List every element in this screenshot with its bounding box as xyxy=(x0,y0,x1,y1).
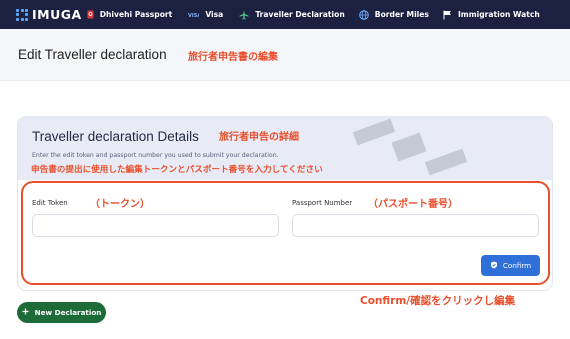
confirm-button-label: Confirm xyxy=(502,261,532,270)
card-subtitle-annotation: 申告書の提出に使用した編集トークンとパスポート番号を入力してください xyxy=(31,165,323,175)
page-title-annotation: 旅行者申告書の編集 xyxy=(188,52,278,63)
plus-icon xyxy=(22,308,29,317)
page-header: Edit Traveller declaration 旅行者申告書の編集 xyxy=(0,29,570,81)
flag-icon xyxy=(443,10,452,20)
card-title: Traveller declaration Details xyxy=(32,129,199,144)
nav-item-label: Visa xyxy=(205,10,224,19)
nav-item-immigration-watch[interactable]: Immigration Watch xyxy=(443,10,540,20)
nav-item-label: Border Miles xyxy=(374,10,429,19)
brand-name: IMUGA xyxy=(32,7,82,22)
nav-item-dhivehi-passport[interactable]: Dhivehi Passport xyxy=(87,10,173,19)
nav-item-label: Dhivehi Passport xyxy=(99,10,173,19)
brand-logo[interactable]: IMUGA xyxy=(16,7,82,22)
globe-icon xyxy=(358,9,369,20)
declaration-details-card: Traveller declaration Details 旅行者申告の詳細 E… xyxy=(17,116,553,291)
top-nav: IMUGA Dhivehi Passport VISA Visa Travell… xyxy=(0,0,570,29)
card-header: Traveller declaration Details 旅行者申告の詳細 E… xyxy=(18,117,552,180)
card-title-annotation: 旅行者申告の詳細 xyxy=(219,132,299,143)
passport-icon xyxy=(87,10,94,19)
edit-token-input[interactable] xyxy=(32,214,279,237)
passport-number-label: Passport Number xyxy=(292,199,353,207)
nav-item-label: Traveller Declaration xyxy=(255,10,345,19)
nav-item-label: Immigration Watch xyxy=(457,10,540,19)
page-title: Edit Traveller declaration xyxy=(18,47,167,62)
passport-number-input[interactable] xyxy=(292,214,539,237)
shield-check-icon xyxy=(490,261,498,271)
card-subtitle: Enter the edit token and passport number… xyxy=(32,152,279,159)
satellite-illustration xyxy=(352,118,468,176)
logo-icon xyxy=(16,8,28,21)
edit-token-label: Edit Token xyxy=(32,199,68,207)
confirm-annotation: Confirm/確認をクリックし編集 xyxy=(360,295,516,307)
passport-number-annotation: （パスポート番号） xyxy=(368,199,458,210)
new-declaration-label: New Declaration xyxy=(34,308,102,317)
nav-item-border-miles[interactable]: Border Miles xyxy=(358,9,429,20)
visa-icon: VISA xyxy=(188,11,199,19)
nav-item-traveller-declaration[interactable]: Traveller Declaration xyxy=(239,10,345,20)
new-declaration-button[interactable]: New Declaration xyxy=(17,302,106,323)
svg-text:VISA: VISA xyxy=(188,13,199,19)
nav-item-visa[interactable]: VISA Visa xyxy=(188,10,223,19)
plane-icon xyxy=(239,10,249,20)
edit-token-annotation: （トークン） xyxy=(90,199,150,210)
confirm-button[interactable]: Confirm xyxy=(481,255,540,276)
